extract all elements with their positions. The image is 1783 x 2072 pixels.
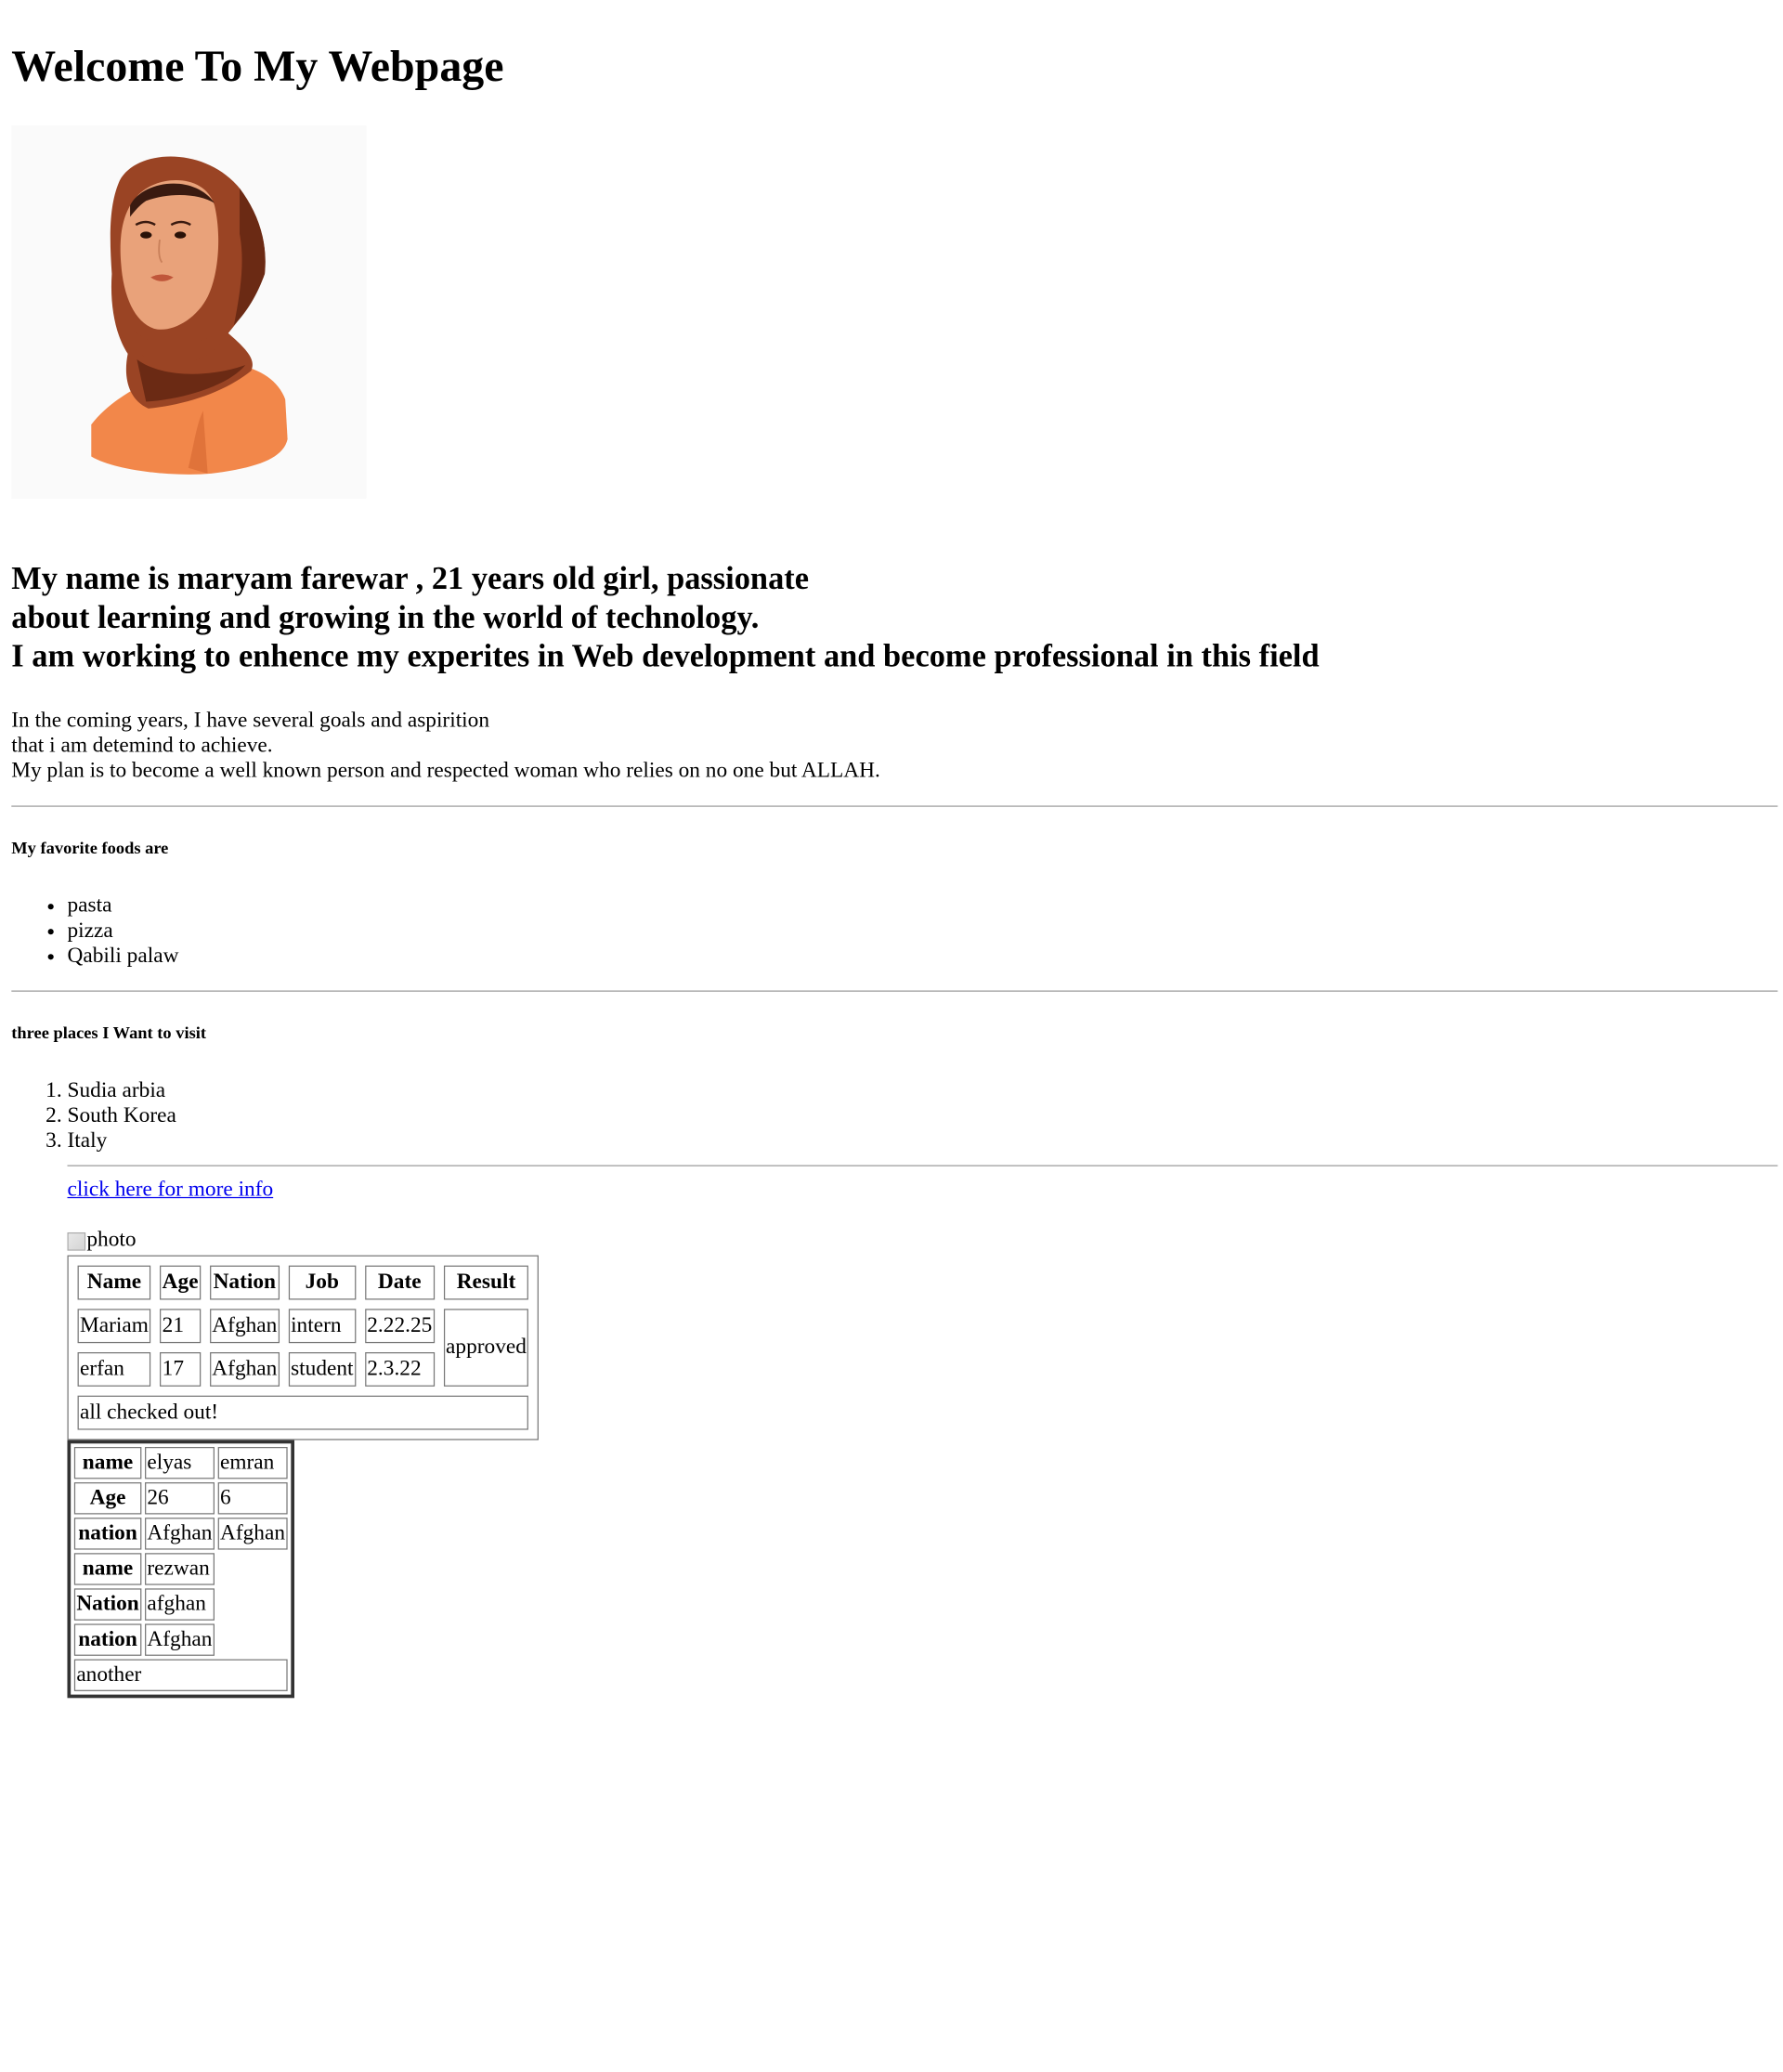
foods-list: pasta pizza Qabili palaw (11, 893, 1782, 969)
more-info-link[interactable]: click here for more info (67, 1178, 273, 1203)
woman-hijab-illustration (11, 125, 367, 499)
table-footer-row: all checked out! (77, 1395, 529, 1430)
result-cell: approved (443, 1309, 529, 1387)
bio-line-3: My plan is to become a well known person… (11, 759, 880, 783)
table-row: Nation afghan (73, 1588, 288, 1621)
places-heading: three places I Want to visit (11, 1024, 207, 1044)
bio-paragraph: In the coming years, I have several goal… (11, 709, 1782, 784)
intro-heading: My name is maryam farewar , 21 years old… (11, 560, 1782, 676)
table-header-row: Name Age Nation Job Date Result (77, 1265, 529, 1300)
table-cell: 2.3.22 (364, 1352, 435, 1387)
list-item: Italy (67, 1128, 1782, 1153)
page-content: Welcome To My Webpage My name is maryam … (0, 0, 1782, 1699)
table-row: nation Afghan (73, 1623, 288, 1656)
table-cell: 2.22.25 (364, 1309, 435, 1344)
list-item: Sudia arbia (67, 1078, 1782, 1103)
list-item: pasta (67, 893, 1782, 919)
row-header: nation (73, 1518, 142, 1550)
bio-line-2: that i am detemind to achieve. (11, 734, 273, 758)
row-header: nation (73, 1623, 142, 1656)
table-cell: rezwan (144, 1553, 215, 1585)
table-cell: 6 (217, 1482, 288, 1515)
list-item: pizza (67, 919, 1782, 944)
places-list: Sudia arbia South Korea Italy (11, 1078, 1782, 1153)
table-cell: intern (288, 1309, 356, 1344)
bio-line-1: In the coming years, I have several goal… (11, 709, 490, 733)
row-header: Age (73, 1482, 142, 1515)
table-cell: 17 (160, 1352, 202, 1387)
page: Welcome To My Webpage My name is maryam … (0, 0, 1783, 2072)
row-header: name (73, 1446, 142, 1479)
people-table: Name Age Nation Job Date Result Mariam 2… (67, 1255, 540, 1440)
foods-heading: My favorite foods are (11, 840, 169, 858)
table-cell: Mariam (77, 1309, 151, 1344)
column-header: Name (77, 1265, 151, 1300)
intro-line-1: My name is maryam farewar , 21 years old… (11, 561, 810, 597)
table-cell: emran (217, 1446, 288, 1479)
column-header: Date (364, 1265, 435, 1300)
column-header: Age (160, 1265, 202, 1300)
row-header: Nation (73, 1588, 142, 1621)
column-header: Result (443, 1265, 529, 1300)
family-table: name elyas emran Age 26 6 nation Afghan … (67, 1440, 294, 1699)
list-item: Qabili palaw (67, 944, 1782, 969)
table-cell: Afghan (209, 1352, 280, 1387)
table-cell: 26 (144, 1482, 215, 1515)
table-cell: Afghan (217, 1518, 288, 1550)
table-cell: student (288, 1352, 356, 1387)
column-header: Job (288, 1265, 356, 1300)
photo-placeholder: photo (67, 1228, 1782, 1253)
page-title: Welcome To My Webpage (11, 42, 504, 92)
table-cell: Afghan (144, 1518, 215, 1550)
photo-alt-text: photo (86, 1228, 137, 1252)
table-row: nation Afghan Afghan (73, 1518, 288, 1550)
table-cell: Afghan (144, 1623, 215, 1656)
table-cell: erfan (77, 1352, 151, 1387)
column-header: Nation (209, 1265, 280, 1300)
list-item: South Korea (67, 1103, 1782, 1128)
table-cell: 21 (160, 1309, 202, 1344)
table-cell: afghan (144, 1588, 215, 1621)
divider-2 (11, 990, 1778, 992)
table-row: name elyas emran (73, 1446, 288, 1479)
indented-section: click here for more info photo Name Age … (67, 1165, 1782, 1699)
row-header: name (73, 1553, 142, 1585)
intro-line-2: about learning and growing in the world … (11, 600, 760, 636)
intro-line-3: I am working to enhence my experites in … (11, 639, 1320, 675)
table-cell: Afghan (209, 1309, 280, 1344)
divider-1 (11, 805, 1778, 807)
broken-image-icon (67, 1231, 86, 1251)
table-cell: elyas (144, 1446, 215, 1479)
table-row: name rezwan (73, 1553, 288, 1585)
table-row: Age 26 6 (73, 1482, 288, 1515)
table-footer-cell: all checked out! (77, 1395, 529, 1430)
table-row: Mariam 21 Afghan intern 2.22.25 approved (77, 1309, 529, 1387)
